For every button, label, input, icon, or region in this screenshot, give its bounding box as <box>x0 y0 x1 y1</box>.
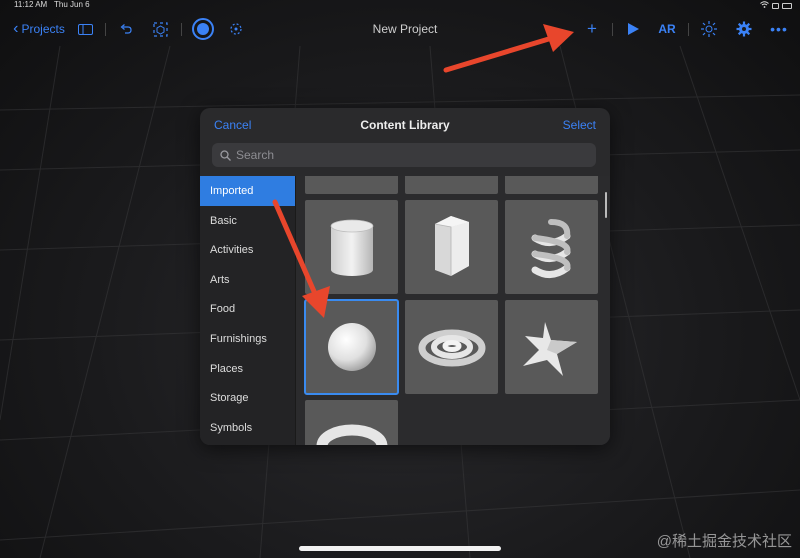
system-indicators <box>760 1 792 10</box>
undo-icon <box>120 24 132 34</box>
home-indicator[interactable] <box>299 546 501 551</box>
chevron-left-icon: ‹ <box>13 20 19 37</box>
category-symbols[interactable]: Symbols <box>200 413 295 443</box>
category-storage[interactable]: Storage <box>200 383 295 413</box>
project-title: New Project <box>372 22 438 36</box>
screen-record-icon <box>772 2 779 9</box>
toolbar-divider <box>181 23 182 36</box>
more-icon: ••• <box>770 21 788 37</box>
toolbar-divider <box>105 23 106 36</box>
helix-icon <box>531 219 571 278</box>
anchor-button[interactable] <box>190 12 216 46</box>
search-bar[interactable] <box>212 143 596 167</box>
content-tile[interactable] <box>405 176 498 194</box>
status-bar: 11:12 AM Thu Jun 6 <box>0 0 800 10</box>
status-date: Thu Jun 6 <box>54 0 90 9</box>
gear-dashed-icon <box>230 23 242 35</box>
crosshair-icon <box>701 21 717 37</box>
content-tile-torus[interactable] <box>305 400 398 445</box>
settings-button[interactable] <box>733 12 755 46</box>
wifi-icon <box>760 1 769 10</box>
category-basic[interactable]: Basic <box>200 206 295 236</box>
toolbar: ‹ Projects New Project + AR ••• <box>0 12 800 46</box>
projects-label: Projects <box>21 22 65 36</box>
sidebar-toggle-button[interactable] <box>74 12 96 46</box>
content-tile[interactable] <box>505 176 598 194</box>
category-food[interactable]: Food <box>200 294 295 324</box>
star-icon <box>523 322 577 376</box>
gear-icon <box>736 21 752 37</box>
library-header: Cancel Content Library Select <box>200 108 610 142</box>
category-imported[interactable]: Imported <box>200 176 295 206</box>
select-button[interactable]: Select <box>563 118 596 132</box>
status-time: 11:12 AM <box>14 0 48 9</box>
spiral-icon <box>418 329 486 367</box>
add-content-button[interactable]: + <box>582 12 602 46</box>
undo-button[interactable] <box>116 12 136 46</box>
content-tile-cylinder[interactable] <box>305 200 398 294</box>
toolbar-divider <box>612 23 613 36</box>
battery-icon <box>782 2 792 9</box>
sidebar-icon <box>77 23 93 35</box>
library-title: Content Library <box>360 118 450 132</box>
content-library-popover: Cancel Content Library Select Imported B… <box>200 108 610 445</box>
content-tile-star[interactable] <box>505 300 598 394</box>
more-button[interactable]: ••• <box>768 12 790 46</box>
sphere-icon <box>328 323 376 371</box>
snap-button[interactable] <box>698 12 720 46</box>
content-tile-spiral[interactable] <box>405 300 498 394</box>
cylinder-icon <box>330 219 374 276</box>
search-input[interactable] <box>236 148 576 162</box>
play-icon <box>627 23 639 35</box>
content-tile[interactable] <box>305 176 398 194</box>
cube-frame-icon <box>152 21 168 37</box>
content-tile-hexagonal-prism[interactable] <box>405 200 498 294</box>
ar-label: AR <box>658 22 676 36</box>
plus-icon: + <box>587 19 597 38</box>
ar-mode-button[interactable]: AR <box>654 12 680 46</box>
watermark: @稀土掘金技术社区 <box>656 533 792 550</box>
physics-button[interactable] <box>226 12 246 46</box>
content-tile-sphere[interactable] <box>304 299 399 395</box>
content-grid <box>296 176 610 445</box>
category-places[interactable]: Places <box>200 354 295 384</box>
search-icon <box>220 149 231 161</box>
play-button[interactable] <box>624 12 642 46</box>
anchor-icon <box>192 18 214 40</box>
hexagonal-prism-icon <box>434 216 469 276</box>
scrollbar-thumb[interactable] <box>605 192 607 218</box>
toolbar-divider <box>688 23 689 36</box>
object-mode-button[interactable] <box>149 12 171 46</box>
projects-back-button[interactable]: ‹ Projects <box>8 12 70 46</box>
torus-icon <box>316 424 388 445</box>
category-arts[interactable]: Arts <box>200 265 295 295</box>
content-tile-helix[interactable] <box>505 200 598 294</box>
category-activities[interactable]: Activities <box>200 235 295 265</box>
category-furnishings[interactable]: Furnishings <box>200 324 295 354</box>
category-sidebar: Imported Basic Activities Arts Food Furn… <box>200 176 295 445</box>
